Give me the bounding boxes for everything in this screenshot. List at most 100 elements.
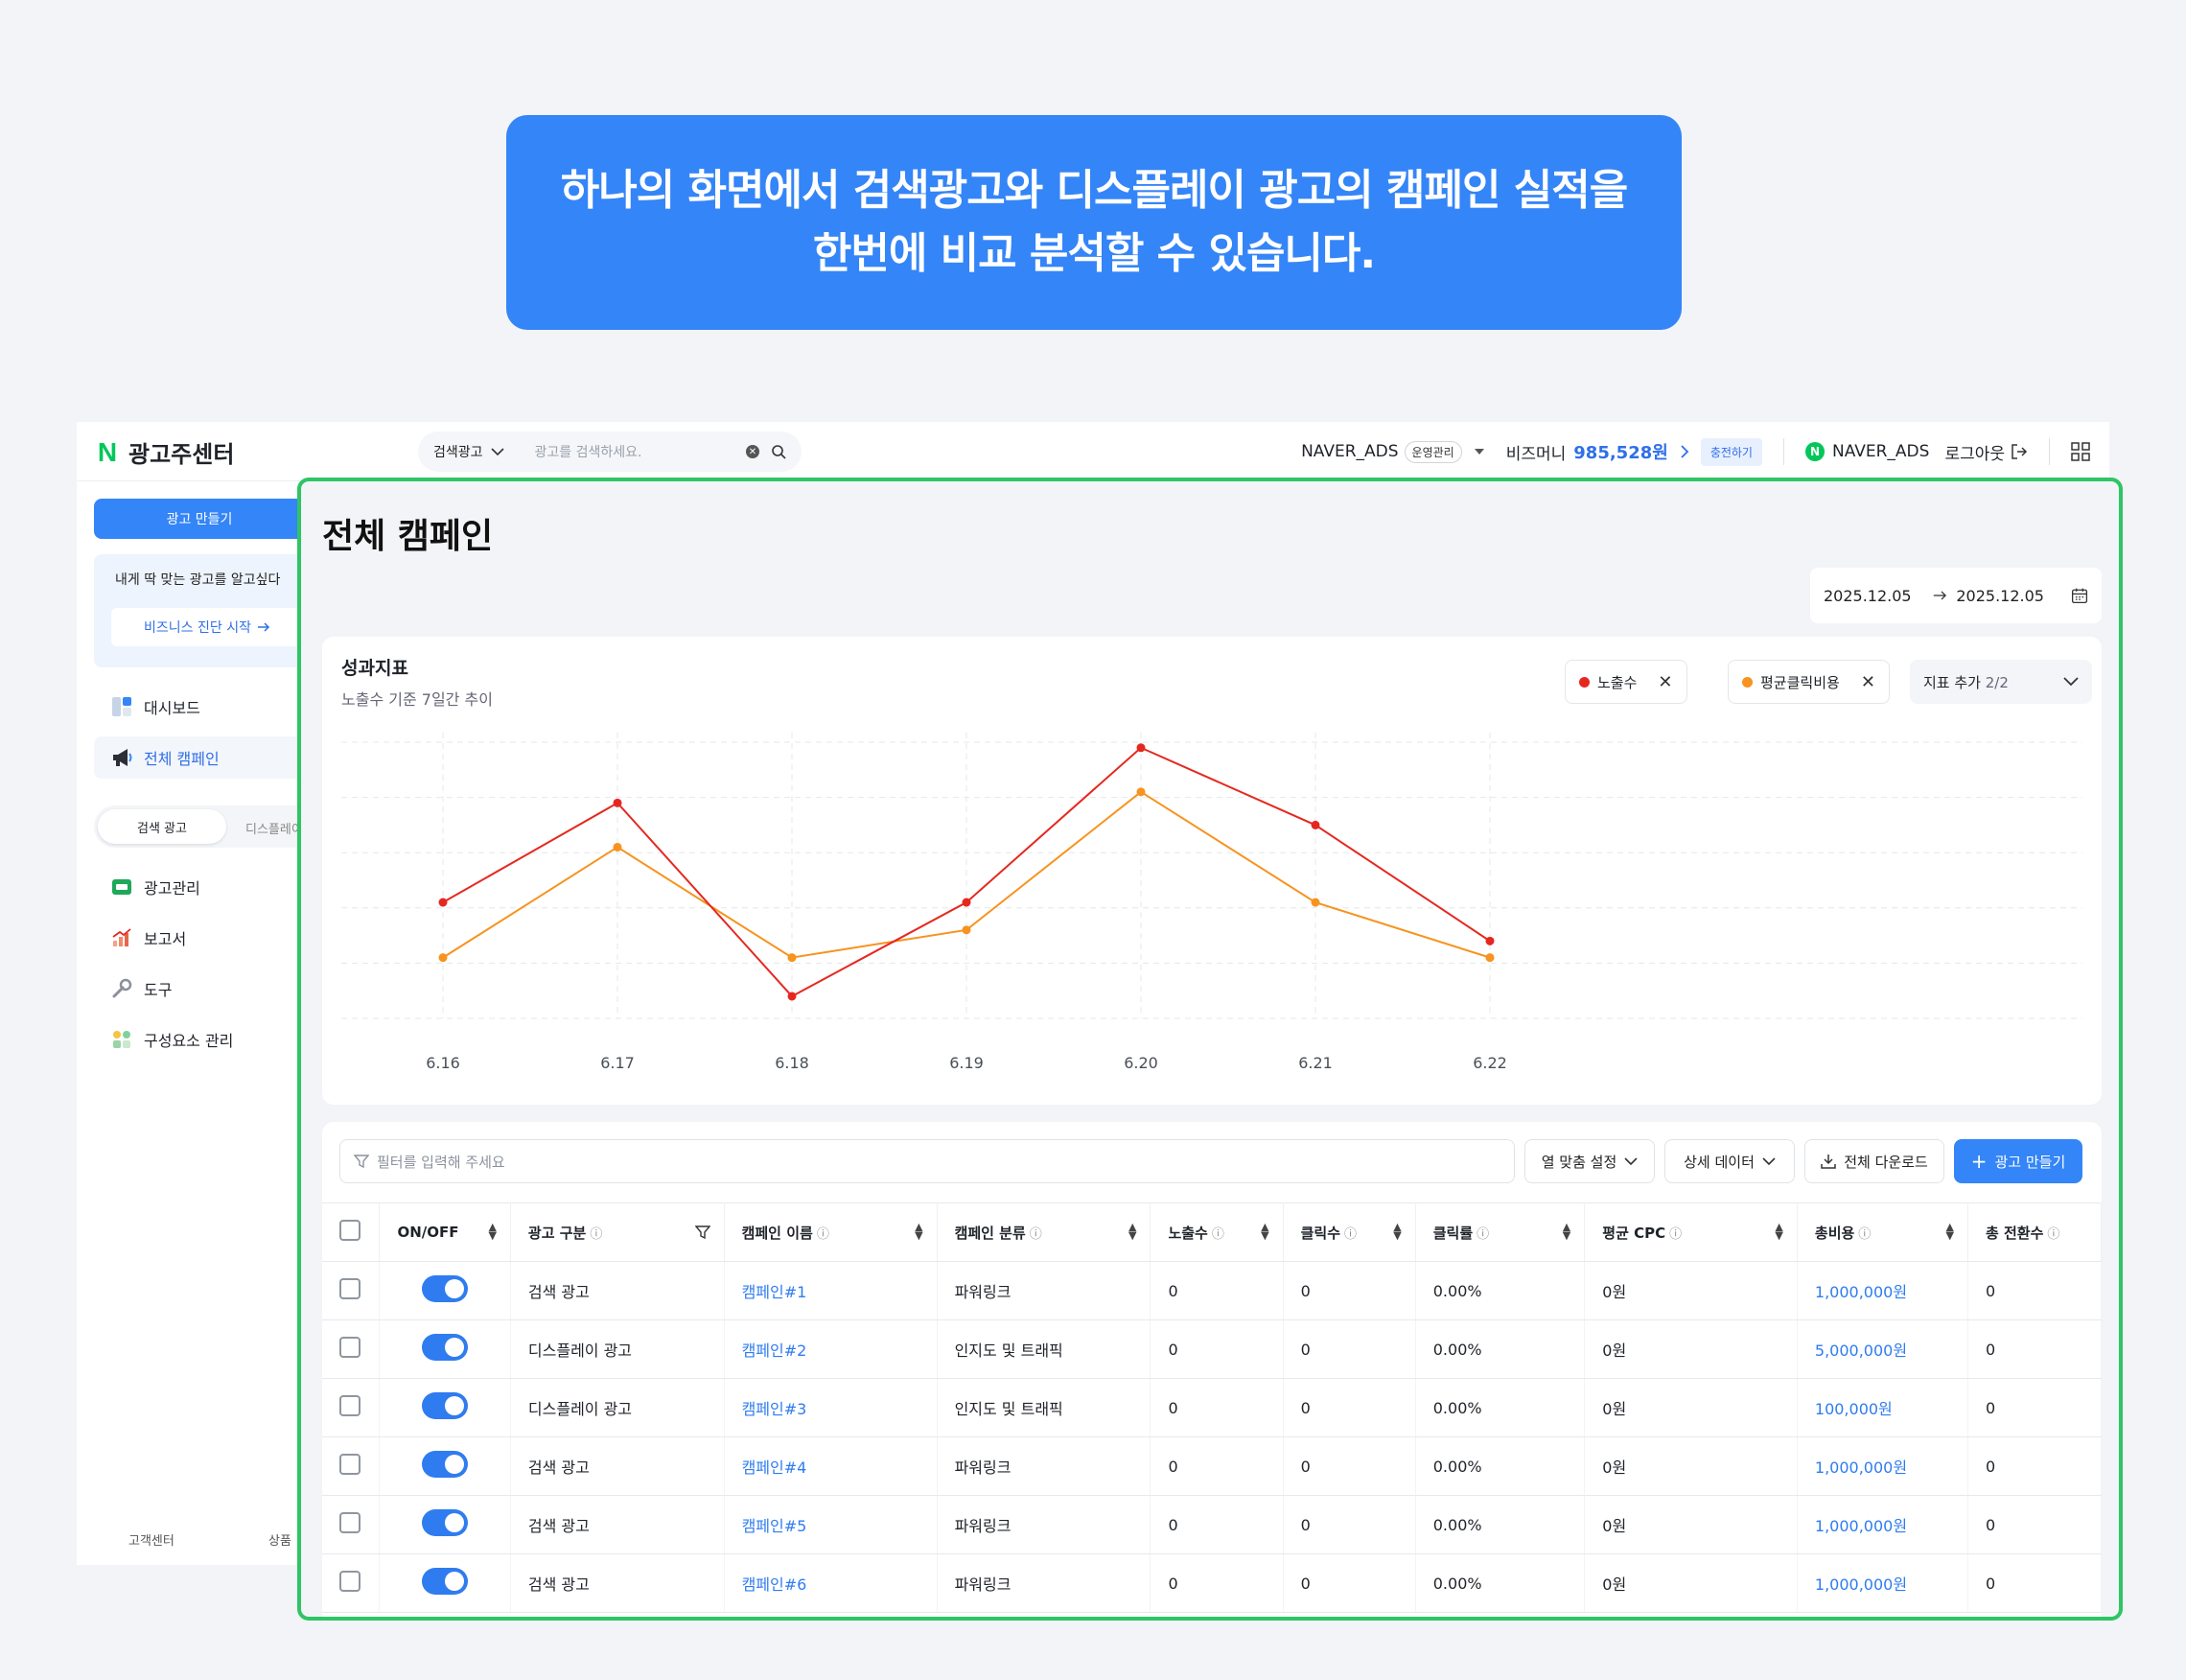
column-clicks[interactable]: 클릭수 ⓘ ▲ ▼ — [1283, 1202, 1416, 1262]
filter-input[interactable]: 필터를 입력해 주세요 — [339, 1139, 1515, 1183]
row-checkbox[interactable] — [339, 1512, 360, 1533]
sort-icon[interactable]: ▲ ▼ — [915, 1222, 922, 1241]
logo[interactable]: N 광고주센터 — [96, 435, 235, 469]
table-row[interactable]: 검색 광고 캠페인#5 파워링크 0 0 0.00% 0원 1,000,000원 0 — [322, 1495, 2102, 1554]
campaign-name-link[interactable]: 캠페인#2 — [724, 1319, 938, 1379]
account-name[interactable]: NAVER_ADS — [1301, 442, 1398, 461]
data-point[interactable] — [1311, 820, 1320, 829]
select-all-checkbox[interactable] — [339, 1220, 360, 1241]
column-campaign-name[interactable]: 캠페인 이름 ⓘ ▲ ▼ — [724, 1202, 938, 1262]
info-icon[interactable]: ⓘ — [817, 1227, 829, 1242]
column-ad-type[interactable]: 광고 구분 ⓘ — [510, 1202, 725, 1262]
column-campaign-category[interactable]: 캠페인 분류 ⓘ ▲ ▼ — [937, 1202, 1151, 1262]
sidebar-make-ad-button[interactable]: 광고 만들기 — [94, 499, 305, 539]
total-cost-link[interactable]: 1,000,000원 — [1797, 1553, 1968, 1613]
column-ctr[interactable]: 클릭률 ⓘ ▲ ▼ — [1415, 1202, 1586, 1262]
total-cost-link[interactable]: 100,000원 — [1797, 1378, 1968, 1437]
filter-icon[interactable] — [694, 1225, 710, 1240]
sort-icon[interactable]: ▲ ▼ — [1563, 1222, 1570, 1241]
logout-link[interactable]: 로그아웃 — [1944, 440, 2005, 464]
data-point[interactable] — [1485, 953, 1495, 963]
column-impressions[interactable]: 노출수 ⓘ ▲ ▼ — [1150, 1202, 1284, 1262]
sort-icon[interactable]: ▲ ▼ — [1128, 1222, 1136, 1241]
table-row[interactable]: 검색 광고 캠페인#4 파워링크 0 0 0.00% 0원 1,000,000원 0 — [322, 1436, 2102, 1496]
total-cost-link[interactable]: 1,000,000원 — [1797, 1261, 1968, 1320]
column-total-conversions[interactable]: 총 전환수 ⓘ — [1967, 1202, 2102, 1262]
sort-icon[interactable]: ▲ ▼ — [488, 1222, 496, 1241]
data-point[interactable] — [438, 898, 448, 907]
info-icon[interactable]: ⓘ — [1344, 1227, 1357, 1242]
campaign-name-link[interactable]: 캠페인#1 — [724, 1261, 938, 1320]
data-point[interactable] — [787, 953, 797, 963]
row-checkbox[interactable] — [339, 1395, 360, 1416]
segment-display-ads[interactable]: 디스플레이 — [245, 819, 303, 837]
campaign-name-link[interactable]: 캠페인#6 — [724, 1553, 938, 1613]
row-checkbox[interactable] — [339, 1571, 360, 1592]
chevron-right-icon[interactable] — [1680, 444, 1689, 459]
info-icon[interactable]: ⓘ — [1030, 1227, 1042, 1242]
customer-center-link[interactable]: 고객센터 — [128, 1530, 174, 1549]
total-cost-link[interactable]: 1,000,000원 — [1797, 1436, 1968, 1496]
data-point[interactable] — [438, 953, 448, 963]
search-bar[interactable]: 검색광고 광고를 검색하세요. ✕ — [418, 432, 802, 472]
data-point[interactable] — [787, 992, 797, 1001]
data-point[interactable] — [1136, 787, 1146, 797]
info-icon[interactable]: ⓘ — [1477, 1227, 1489, 1242]
onoff-toggle[interactable] — [422, 1509, 469, 1536]
clear-icon[interactable]: ✕ — [746, 445, 759, 458]
campaign-name-link[interactable]: 캠페인#3 — [724, 1378, 938, 1437]
onoff-toggle[interactable] — [422, 1334, 469, 1361]
add-metric-dropdown[interactable]: 지표 추가 2/2 — [1910, 660, 2092, 704]
close-icon[interactable]: ✕ — [1658, 672, 1672, 692]
row-checkbox[interactable] — [339, 1337, 360, 1358]
detail-data-button[interactable]: 상세 데이터 — [1664, 1139, 1795, 1183]
total-cost-link[interactable]: 5,000,000원 — [1797, 1319, 1968, 1379]
calendar-icon[interactable] — [2071, 585, 2088, 606]
table-row[interactable]: 디스플레이 광고 캠페인#2 인지도 및 트래픽 0 0 0.00% 0원 5,000,000… — [322, 1319, 2102, 1379]
campaign-name-link[interactable]: 캠페인#4 — [724, 1436, 938, 1496]
onoff-toggle[interactable] — [422, 1451, 469, 1478]
date-range-picker[interactable]: 2025.12.05 2025.12.05 — [1810, 568, 2102, 623]
onoff-toggle[interactable] — [422, 1275, 469, 1302]
sidebar-item-ad-manage[interactable]: 광고관리 — [111, 873, 200, 901]
column-onoff[interactable]: ON/OFF ▲ ▼ — [379, 1202, 511, 1262]
row-checkbox[interactable] — [339, 1454, 360, 1475]
metric-chip-impressions[interactable]: 노출수 ✕ — [1565, 660, 1687, 704]
sidebar-item-components[interactable]: 구성요소 관리 — [111, 1025, 233, 1054]
campaign-name-link[interactable]: 캠페인#5 — [724, 1495, 938, 1554]
bizmoney-amount[interactable]: 985,528원 — [1573, 439, 1668, 464]
column-settings-button[interactable]: 열 맞춤 설정 — [1524, 1139, 1655, 1183]
search-icon[interactable] — [771, 444, 786, 459]
total-cost-link[interactable]: 1,000,000원 — [1797, 1495, 1968, 1554]
logout-icon[interactable] — [2011, 443, 2028, 460]
onoff-toggle[interactable] — [422, 1392, 469, 1419]
info-icon[interactable]: ⓘ — [1858, 1227, 1871, 1242]
sidebar-item-all-campaigns[interactable]: 전체 캠페인 — [94, 736, 305, 779]
search-category-select[interactable]: 검색광고 — [433, 442, 504, 461]
sort-icon[interactable]: ▲ ▼ — [1261, 1222, 1268, 1241]
data-point[interactable] — [1136, 743, 1146, 753]
data-point[interactable] — [1311, 898, 1320, 907]
make-ad-button[interactable]: + 광고 만들기 — [1954, 1139, 2082, 1183]
sidebar-item-report[interactable]: 보고서 — [111, 923, 186, 952]
close-icon[interactable]: ✕ — [1861, 672, 1875, 692]
table-row[interactable]: 검색 광고 캠페인#1 파워링크 0 0 0.00% 0원 1,000,000원 0 — [322, 1261, 2102, 1320]
column-total-cost[interactable]: 총비용 ⓘ ▲ ▼ — [1797, 1202, 1968, 1262]
app-grid-icon[interactable] — [2071, 442, 2090, 461]
segment-search-ads[interactable]: 검색 광고 — [98, 809, 226, 844]
table-row[interactable]: 검색 광고 캠페인#6 파워링크 0 0 0.00% 0원 1,000,000원 0 — [322, 1553, 2102, 1613]
user-name[interactable]: NAVER_ADS — [1832, 442, 1929, 461]
row-checkbox[interactable] — [339, 1278, 360, 1299]
metric-chip-avg-cpc[interactable]: 평균클릭비용 ✕ — [1728, 660, 1890, 704]
data-point[interactable] — [613, 842, 622, 852]
info-icon[interactable]: ⓘ — [2047, 1227, 2059, 1242]
sort-icon[interactable]: ▲ ▼ — [1393, 1222, 1401, 1241]
search-input[interactable]: 광고를 검색하세요. — [535, 442, 746, 461]
onoff-toggle[interactable] — [422, 1568, 469, 1595]
sidebar-item-tools[interactable]: 도구 — [111, 974, 172, 1003]
product-link[interactable]: 상품 — [268, 1530, 291, 1549]
charge-button[interactable]: 충전하기 — [1700, 437, 1762, 466]
data-point[interactable] — [613, 798, 622, 807]
info-icon[interactable]: ⓘ — [1212, 1227, 1224, 1242]
table-row[interactable]: 디스플레이 광고 캠페인#3 인지도 및 트래픽 0 0 0.00% 0원 100,000원 0 — [322, 1378, 2102, 1437]
